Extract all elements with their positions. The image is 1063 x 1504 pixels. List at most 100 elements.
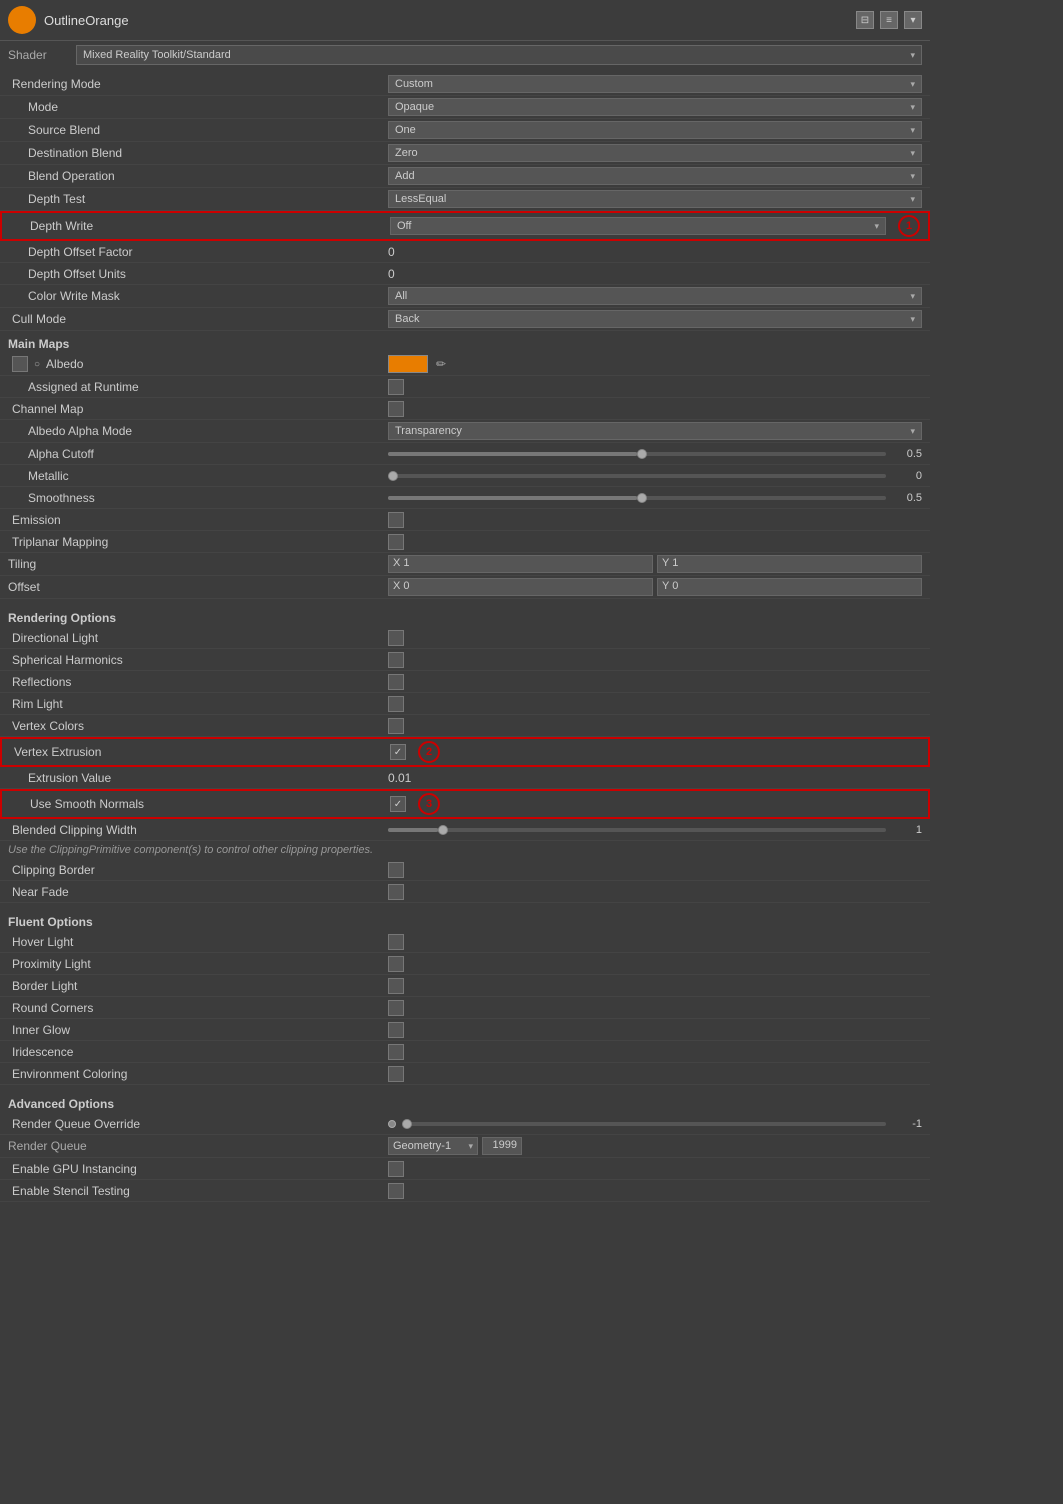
extrusion-value-label: Extrusion Value	[8, 771, 388, 785]
clipping-border-checkbox[interactable]	[388, 862, 404, 878]
menu-icon[interactable]: ▾	[904, 11, 922, 29]
albedo-checkbox[interactable]	[12, 356, 28, 372]
border-light-row: Border Light	[0, 975, 930, 997]
alpha-cutoff-row: Alpha Cutoff 0.5	[0, 443, 930, 465]
save-icon[interactable]: ⊟	[856, 11, 874, 29]
depth-write-row: Depth Write Off ▾ 1	[0, 211, 930, 241]
round-corners-label: Round Corners	[8, 1001, 388, 1015]
channel-map-row: Channel Map	[0, 398, 930, 420]
shader-dropdown[interactable]: Mixed Reality Toolkit/Standard ▾	[76, 45, 922, 65]
emission-label: Emission	[8, 513, 388, 527]
albedo-color-swatch[interactable]	[388, 355, 428, 373]
near-fade-checkbox[interactable]	[388, 884, 404, 900]
dest-blend-row: Destination Blend Zero ▾	[0, 142, 930, 165]
proximity-light-checkbox[interactable]	[388, 956, 404, 972]
hover-light-label: Hover Light	[8, 935, 388, 949]
reflections-label: Reflections	[8, 675, 388, 689]
inner-glow-row: Inner Glow	[0, 1019, 930, 1041]
color-write-mask-row: Color Write Mask All ▾	[0, 285, 930, 308]
cull-mode-row: Cull Mode Back ▾	[0, 308, 930, 331]
triplanar-checkbox[interactable]	[388, 534, 404, 550]
albedo-edit-icon[interactable]: ✏	[436, 357, 446, 371]
blended-clipping-slider[interactable]: 1	[388, 824, 922, 836]
emission-checkbox[interactable]	[388, 512, 404, 528]
gpu-instancing-row: Enable GPU Instancing	[0, 1158, 930, 1180]
reflections-checkbox[interactable]	[388, 674, 404, 690]
depth-test-label: Depth Test	[8, 192, 388, 206]
inner-glow-checkbox[interactable]	[388, 1022, 404, 1038]
assigned-runtime-label: Assigned at Runtime	[8, 380, 388, 394]
smooth-normals-label: Use Smooth Normals	[10, 797, 390, 811]
clipping-border-row: Clipping Border	[0, 859, 930, 881]
gpu-instancing-label: Enable GPU Instancing	[8, 1162, 388, 1176]
smooth-normals-checkbox[interactable]: ✓	[390, 796, 406, 812]
vertex-extrusion-checkbox[interactable]: ✓	[390, 744, 406, 760]
assigned-runtime-checkbox[interactable]	[388, 379, 404, 395]
rendering-mode-dropdown[interactable]: Custom ▾	[388, 75, 922, 93]
vertex-extrusion-label: Vertex Extrusion	[10, 745, 390, 759]
alpha-cutoff-label: Alpha Cutoff	[8, 447, 388, 461]
shader-label: Shader	[8, 48, 68, 62]
rendering-mode-value: Custom ▾	[388, 75, 922, 93]
badge-3: 3	[418, 793, 440, 815]
offset-x-field[interactable]: X 0	[388, 578, 653, 596]
hover-light-row: Hover Light	[0, 931, 930, 953]
render-queue-override-slider[interactable]: -1	[388, 1118, 922, 1130]
albedo-label: ○ Albedo	[8, 356, 388, 372]
cull-mode-dropdown[interactable]: Back ▾	[388, 310, 922, 328]
vertex-colors-row: Vertex Colors	[0, 715, 930, 737]
depth-offset-units-label: Depth Offset Units	[8, 267, 388, 281]
settings-icon[interactable]: ≡	[880, 11, 898, 29]
offset-label: Offset	[8, 580, 388, 594]
channel-map-checkbox[interactable]	[388, 401, 404, 417]
tiling-label: Tiling	[8, 557, 388, 571]
depth-test-dropdown[interactable]: LessEqual ▾	[388, 190, 922, 208]
render-queue-number: 1999	[482, 1137, 522, 1155]
directional-light-row: Directional Light	[0, 627, 930, 649]
dest-blend-dropdown[interactable]: Zero ▾	[388, 144, 922, 162]
vertex-colors-checkbox[interactable]	[388, 718, 404, 734]
offset-row: Offset X 0 Y 0	[0, 576, 930, 599]
blend-op-label: Blend Operation	[8, 169, 388, 183]
source-blend-dropdown[interactable]: One ▾	[388, 121, 922, 139]
triplanar-label: Triplanar Mapping	[8, 535, 388, 549]
metallic-row: Metallic 0	[0, 465, 930, 487]
color-write-mask-dropdown[interactable]: All ▾	[388, 287, 922, 305]
albedo-row: ○ Albedo ✏	[0, 353, 930, 376]
rim-light-checkbox[interactable]	[388, 696, 404, 712]
vertex-extrusion-row: Vertex Extrusion ✓ 2	[0, 737, 930, 767]
smoothness-slider[interactable]: 0.5	[388, 492, 922, 504]
rendering-options-header: Rendering Options	[0, 605, 930, 627]
env-coloring-label: Environment Coloring	[8, 1067, 388, 1081]
stencil-checkbox[interactable]	[388, 1183, 404, 1199]
main-content: Rendering Mode Custom ▾ Mode Opaque ▾ So…	[0, 69, 930, 1206]
depth-test-row: Depth Test LessEqual ▾	[0, 188, 930, 211]
render-queue-dropdown[interactable]: Geometry-1 ▾	[388, 1137, 478, 1155]
dest-blend-label: Destination Blend	[8, 146, 388, 160]
stencil-label: Enable Stencil Testing	[8, 1184, 388, 1198]
proximity-light-row: Proximity Light	[0, 953, 930, 975]
round-corners-checkbox[interactable]	[388, 1000, 404, 1016]
offset-y-field[interactable]: Y 0	[657, 578, 922, 596]
metallic-slider[interactable]: 0	[388, 470, 922, 482]
hover-light-checkbox[interactable]	[388, 934, 404, 950]
gpu-instancing-checkbox[interactable]	[388, 1161, 404, 1177]
blend-op-dropdown[interactable]: Add ▾	[388, 167, 922, 185]
border-light-checkbox[interactable]	[388, 978, 404, 994]
spherical-harmonics-checkbox[interactable]	[388, 652, 404, 668]
material-icon	[8, 6, 36, 34]
iridescence-checkbox[interactable]	[388, 1044, 404, 1060]
alpha-cutoff-slider[interactable]: 0.5	[388, 448, 922, 460]
tiling-x-field[interactable]: X 1	[388, 555, 653, 573]
tiling-y-field[interactable]: Y 1	[657, 555, 922, 573]
badge-2: 2	[418, 741, 440, 763]
depth-write-dropdown[interactable]: Off ▾	[390, 217, 886, 235]
clipping-border-label: Clipping Border	[8, 863, 388, 877]
albedo-alpha-dropdown[interactable]: Transparency ▾	[388, 422, 922, 440]
directional-light-checkbox[interactable]	[388, 630, 404, 646]
mode-dropdown[interactable]: Opaque ▾	[388, 98, 922, 116]
depth-offset-units-row: Depth Offset Units 0	[0, 263, 930, 285]
iridescence-row: Iridescence	[0, 1041, 930, 1063]
env-coloring-checkbox[interactable]	[388, 1066, 404, 1082]
directional-light-label: Directional Light	[8, 631, 388, 645]
